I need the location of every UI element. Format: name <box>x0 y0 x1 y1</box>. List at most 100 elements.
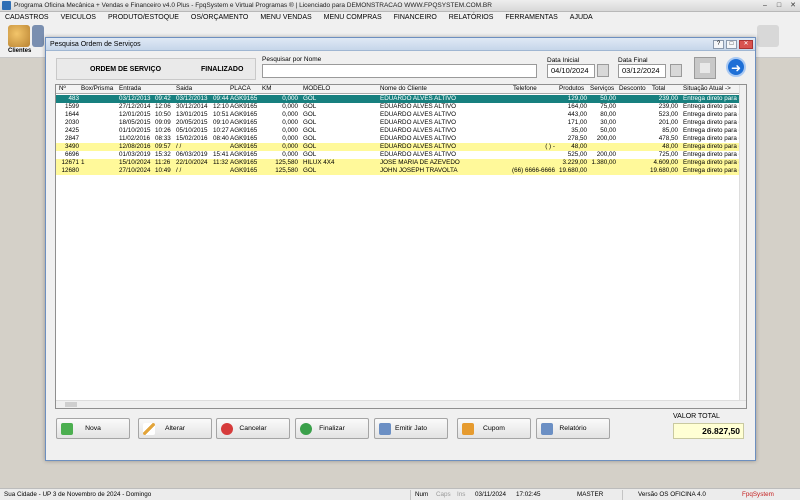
cell-entrada: 01/03/2019 <box>119 151 151 158</box>
cell-saida: / / <box>176 167 182 174</box>
col-produtos[interactable]: Produtos <box>558 85 588 93</box>
printer-icon <box>379 423 391 435</box>
table-row[interactable]: 1599 27/12/2014 12:06 30/12/2014 12:10 AGK916… <box>56 103 742 111</box>
cell-box: 1 <box>81 159 85 166</box>
cell-saida-hora: 09:44 <box>213 95 229 102</box>
cell-desconto <box>618 135 648 143</box>
cell-situacao: Entrega direto para o <box>683 127 742 134</box>
col-servicos[interactable]: Serviços <box>589 85 621 93</box>
horizontal-scrollbar[interactable] <box>56 400 746 408</box>
nova-button[interactable]: Nova <box>56 418 130 439</box>
cell-entrada: 15/10/2024 <box>119 159 151 166</box>
cell-km: 0,000 <box>282 103 298 110</box>
cell-cliente: EDUARDO ALVES ALTIVO <box>380 151 457 158</box>
dialog-close-button[interactable]: ✕ <box>739 39 753 49</box>
table-row[interactable]: 6696 01/03/2019 15:32 06/03/2019 15:41 AGK916… <box>56 151 742 159</box>
cupom-button[interactable]: Cupom <box>457 418 531 439</box>
cell-cliente: EDUARDO ALVES ALTIVO <box>380 143 457 150</box>
col-placa[interactable]: PLACA <box>229 85 259 93</box>
relatorio-label: Relatório <box>559 425 587 432</box>
menu-ferramentas[interactable]: FERRAMENTAS <box>505 14 557 21</box>
os-grid[interactable]: Nº Box/Prisma Entrada Saida PLACA KM MOD… <box>55 84 747 409</box>
restore-button[interactable]: □ <box>726 39 737 49</box>
cell-desconto <box>618 95 648 103</box>
cell-entrada: 12/01/2015 <box>119 111 151 118</box>
cell-km: 125,580 <box>275 167 298 174</box>
receipt-icon <box>462 423 474 435</box>
col-km[interactable]: KM <box>261 85 281 93</box>
status-caps: Caps <box>436 491 451 498</box>
menu-cadastros[interactable]: CADASTROS <box>5 14 49 21</box>
toolbar-icon-right[interactable] <box>757 25 779 47</box>
search-name-input[interactable] <box>262 64 537 78</box>
cell-placa: AGK9165 <box>230 159 258 166</box>
search-go-icon[interactable]: ➜ <box>726 57 746 77</box>
col-modelo[interactable]: MODELO <box>302 85 342 93</box>
cell-situacao: Entrega direto para o <box>683 143 742 150</box>
cell-total: 48,00 <box>662 143 678 150</box>
calendar-start-icon[interactable] <box>597 64 609 77</box>
menu-compras[interactable]: MENU COMPRAS <box>324 14 382 21</box>
alterar-button[interactable]: Alterar <box>138 418 212 439</box>
date-end-input[interactable]: 03/12/2024 <box>618 64 666 78</box>
table-row[interactable]: 3490 12/08/2016 09:57 / / AGK9165 0,000 GOL EDU… <box>56 143 742 151</box>
table-row[interactable]: 12671 1 15/10/2024 11:26 22/10/2024 11:32 AGK9… <box>56 159 742 167</box>
menu-os-orcamento[interactable]: OS/ORÇAMENTO <box>191 14 248 21</box>
close-button[interactable]: ✕ <box>786 1 800 11</box>
cell-box <box>80 111 118 119</box>
menu-relatorios[interactable]: RELATÓRIOS <box>449 14 494 21</box>
menu-produto-estoque[interactable]: PRODUTO/ESTOQUE <box>108 14 179 21</box>
menu-financeiro[interactable]: FINANCEIRO <box>394 14 437 21</box>
cancelar-button[interactable]: Cancelar <box>216 418 290 439</box>
cell-km: 0,000 <box>282 95 298 102</box>
cell-placa: AGK9165 <box>230 95 258 102</box>
app-title-bar: Programa Oficina Mecânica + Vendas e Fin… <box>0 0 800 12</box>
cell-produtos: 171,00 <box>567 119 587 126</box>
minimize-button[interactable]: – <box>758 1 772 11</box>
relatorio-button[interactable]: Relatório <box>536 418 610 439</box>
vertical-scrollbar[interactable] <box>739 85 746 401</box>
table-row[interactable]: 12680 27/10/2024 10:49 / / AGK9165 125,580 GOL… <box>56 167 742 175</box>
clientes-icon[interactable] <box>8 25 30 47</box>
help-button[interactable]: ? <box>713 39 724 49</box>
emitir-jato-button[interactable]: Emitir Jato <box>374 418 448 439</box>
col-situacao[interactable]: Situação Atual -> <box>682 85 742 93</box>
app-title: Programa Oficina Mecânica + Vendas e Fin… <box>14 2 492 9</box>
cell-servicos <box>589 143 617 151</box>
table-row[interactable]: 2030 18/05/2015 09:09 20/05/2015 09:10 AGK916… <box>56 119 742 127</box>
table-row[interactable]: 483 03/12/2013 09:42 03/12/2013 09:44 AGK9165… <box>56 95 742 103</box>
scroll-thumb[interactable] <box>65 402 77 407</box>
col-cliente[interactable]: Nome do Cliente <box>379 85 439 93</box>
add-icon <box>61 423 73 435</box>
table-row[interactable]: 1644 12/01/2015 10:50 13/01/2015 10:51 AGK916… <box>56 111 742 119</box>
col-saida[interactable]: Saida <box>175 85 207 93</box>
cell-numero: 483 <box>68 95 79 102</box>
menu-vendas[interactable]: MENU VENDAS <box>260 14 311 21</box>
col-total[interactable]: Total <box>651 85 677 93</box>
cell-saida-hora <box>212 143 230 151</box>
cell-box <box>80 103 118 111</box>
cell-cliente: EDUARDO ALVES ALTIVO <box>380 111 457 118</box>
toolbar-icon-2[interactable] <box>32 25 44 47</box>
table-row[interactable]: 2847 11/02/2016 08:33 15/02/2016 08:40 AGK916… <box>56 135 742 143</box>
cell-placa: AGK9165 <box>230 167 258 174</box>
finalizar-button[interactable]: Finalizar <box>295 418 369 439</box>
date-start-input[interactable]: 04/10/2024 <box>547 64 595 78</box>
cell-produtos: 35,00 <box>571 127 587 134</box>
dialog-title: Pesquisa Ordem de Serviços <box>50 40 141 48</box>
cell-entrada-hora: 09:42 <box>155 95 171 102</box>
col-numero[interactable]: Nº <box>58 85 80 93</box>
cell-entrada-hora: 15:32 <box>155 151 171 158</box>
col-entrada[interactable]: Entrada <box>118 85 150 93</box>
cell-telefone <box>511 127 556 135</box>
clear-filter-button[interactable] <box>694 57 716 79</box>
menu-ajuda[interactable]: AJUDA <box>570 14 593 21</box>
table-row[interactable]: 2425 01/10/2015 10:26 05/10/2015 10:27 AGK916… <box>56 127 742 135</box>
cell-saida: 13/01/2015 <box>176 111 208 118</box>
col-telefone[interactable]: Telefone <box>512 85 552 93</box>
col-box[interactable]: Box/Prisma <box>80 85 118 93</box>
menu-veiculos[interactable]: VEICULOS <box>61 14 96 21</box>
maximize-button[interactable]: □ <box>772 1 786 11</box>
col-desconto[interactable]: Desconto <box>618 85 650 93</box>
calendar-end-icon[interactable] <box>670 64 682 77</box>
